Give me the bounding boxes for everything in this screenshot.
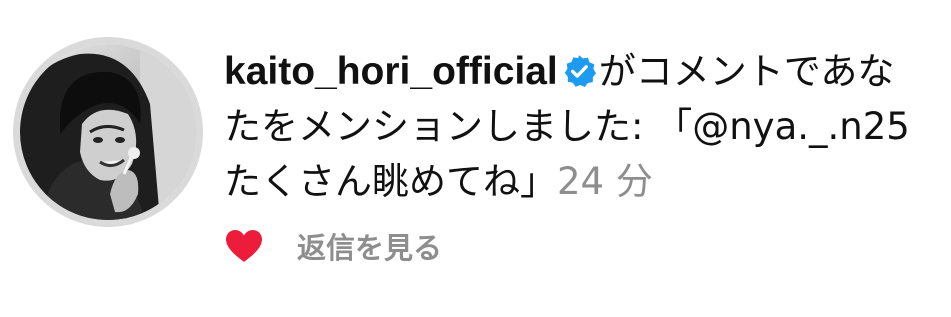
notification-message[interactable]: kaito_hori_official がコメントであなたをメンションしました: … [224,44,944,209]
comment-notification[interactable]: kaito_hori_official がコメントであなたをメンションしました: … [0,0,951,317]
view-replies-link[interactable]: 返信を見る [297,225,442,267]
like-button[interactable] [224,226,264,266]
username-link[interactable]: kaito_hori_official [224,50,558,93]
timestamp: 24 分 [557,160,653,203]
verified-badge-icon [564,55,596,87]
message-text-line-2: たをメンションしました: 「@nya._.n25 [224,105,910,148]
message-text-line-1: がコメントであな [598,50,895,93]
notification-actions: 返信を見る [224,222,442,270]
avatar-photo [20,44,196,220]
avatar[interactable] [20,44,196,220]
heart-icon [226,229,262,262]
avatar-story-ring[interactable] [13,37,203,227]
message-text-line-3: たくさん眺めてね」 [224,160,557,203]
